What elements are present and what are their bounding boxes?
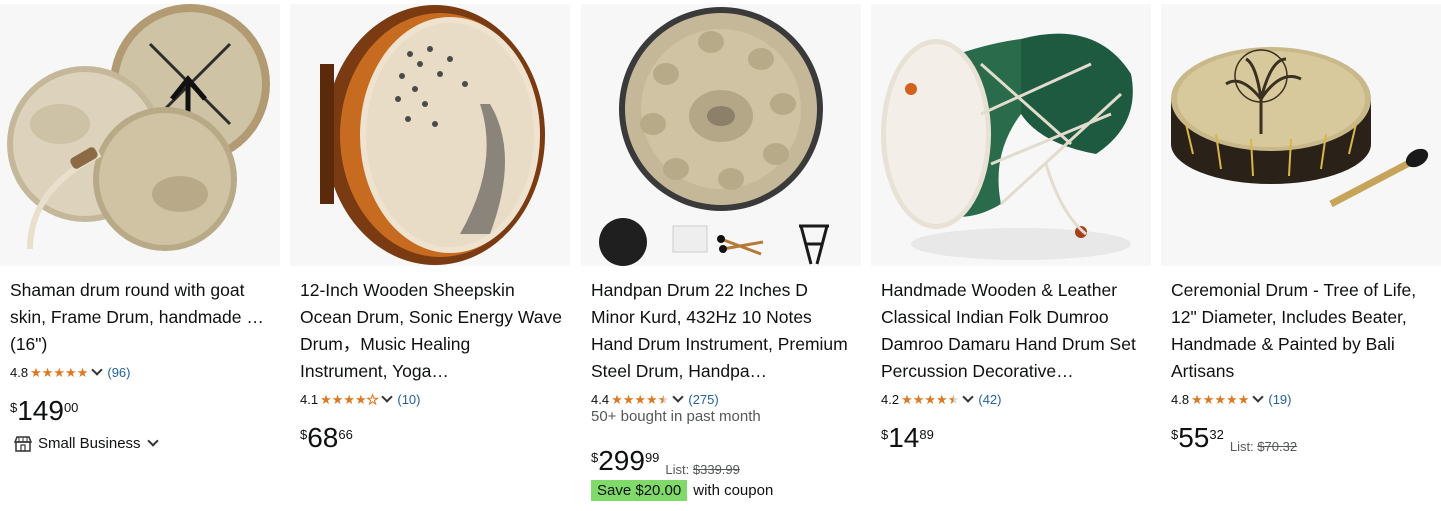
rating-row: 4.4 ★ ★ ★ ★ ★ (275) (591, 390, 719, 408)
star-rating-icon[interactable]: ★ ★ ★ ★ ★ (30, 366, 88, 379)
rating-value: 4.8 (1171, 391, 1190, 407)
price[interactable]: $ 68 66 (300, 423, 353, 453)
chevron-down-icon[interactable] (672, 390, 685, 403)
damaru-drum-image[interactable] (871, 4, 1151, 266)
price-whole: 68 (307, 422, 339, 453)
rating-value: 4.8 (10, 364, 29, 380)
price-fraction: 89 (919, 427, 934, 442)
review-count-link[interactable]: (42) (978, 392, 1001, 407)
chevron-down-icon[interactable] (146, 435, 159, 447)
price[interactable]: $ 55 32 List: $70.32 (1171, 422, 1297, 455)
price-symbol: $ (1171, 427, 1179, 442)
star-rating-icon[interactable]: ★ ★ ★ ★ ★ (611, 393, 669, 406)
ocean-drum-image[interactable] (290, 4, 570, 266)
price-whole: 299 (598, 445, 645, 476)
list-label: List: (1229, 439, 1254, 454)
price-whole: 149 (17, 395, 64, 426)
star-rating-icon[interactable]: ★ ★ ★ ★ ★ (901, 393, 959, 406)
list-price: List: $70.32 (1230, 439, 1297, 454)
shaman-drums-image[interactable] (0, 4, 280, 266)
chevron-down-icon[interactable] (962, 390, 975, 403)
coupon-text: with coupon (693, 482, 774, 499)
price-symbol: $ (881, 427, 889, 442)
ceremonial-drum-image[interactable] (1161, 4, 1441, 266)
product-card-1[interactable]: Shaman drum round with goat skin, Frame … (0, 4, 280, 511)
review-count-link[interactable]: (96) (107, 365, 130, 380)
rating-row: 4.8 ★ ★ ★ ★ ★ (19) (1171, 390, 1291, 408)
review-count-link[interactable]: (275) (688, 392, 718, 407)
list-price-value: $70.32 (1257, 439, 1298, 454)
product-title[interactable]: Shaman drum round with goat skin, Frame … (10, 277, 272, 358)
coupon[interactable]: Save $20.00 with coupon (591, 480, 773, 501)
shop-icon (14, 435, 32, 452)
chevron-down-icon[interactable] (381, 390, 394, 403)
rating-value: 4.1 (300, 391, 319, 407)
chevron-down-icon[interactable] (1252, 390, 1265, 403)
review-count-link[interactable]: (19) (1268, 392, 1291, 407)
product-title[interactable]: 12-Inch Wooden Sheepskin Ocean Drum, Son… (300, 277, 562, 385)
price-symbol: $ (300, 427, 308, 442)
bought-recently: 50+ bought in past month (591, 408, 761, 425)
price-fraction: 66 (338, 427, 353, 442)
chevron-down-icon[interactable] (91, 363, 104, 376)
price[interactable]: $ 149 00 (10, 396, 78, 426)
price-symbol: $ (10, 400, 18, 415)
price-symbol: $ (591, 450, 599, 465)
product-card-5[interactable]: Ceremonial Drum - Tree of Life, 12" Diam… (1161, 4, 1441, 511)
handpan-drum-image[interactable] (581, 4, 861, 266)
small-business-label: Small Business (38, 435, 141, 452)
product-title[interactable]: Handmade Wooden & Leather Classical Indi… (881, 277, 1143, 385)
price-whole: 14 (888, 422, 920, 453)
price-fraction: 99 (644, 450, 660, 465)
star-rating-icon[interactable]: ★ ★ ★ ★ ★ (1191, 393, 1249, 406)
rating-value: 4.4 (591, 391, 610, 407)
list-price: List: $339.99 (665, 462, 739, 477)
product-card-3[interactable]: Handpan Drum 22 Inches D Minor Kurd, 432… (581, 4, 861, 511)
price[interactable]: $ 299 99 List: $339.99 (591, 445, 740, 478)
product-title[interactable]: Handpan Drum 22 Inches D Minor Kurd, 432… (591, 277, 853, 385)
coupon-badge[interactable]: Save $20.00 (591, 480, 688, 501)
price-fraction: 32 (1209, 427, 1224, 442)
star-rating-icon[interactable]: ★ ★ ★ ★ ★ (320, 392, 379, 406)
list-label: List: (665, 462, 690, 477)
list-price-value: $339.99 (692, 462, 740, 477)
rating-row: 4.1 ★ ★ ★ ★ ★ (10) (300, 390, 420, 408)
price-whole: 55 (1178, 422, 1210, 453)
product-card-4[interactable]: Handmade Wooden & Leather Classical Indi… (871, 4, 1151, 511)
rating-row: 4.8 ★ ★ ★ ★ ★ (96) (10, 363, 130, 381)
product-title[interactable]: Ceremonial Drum - Tree of Life, 12" Diam… (1171, 277, 1433, 385)
price-fraction: 00 (63, 400, 79, 415)
review-count-link[interactable]: (10) (397, 392, 420, 407)
price[interactable]: $ 14 89 (881, 423, 934, 453)
product-card-2[interactable]: 12-Inch Wooden Sheepskin Ocean Drum, Son… (290, 4, 570, 511)
rating-row: 4.2 ★ ★ ★ ★ ★ (42) (881, 390, 1001, 408)
rating-value: 4.2 (881, 391, 900, 407)
small-business-badge[interactable]: Small Business (14, 435, 163, 452)
